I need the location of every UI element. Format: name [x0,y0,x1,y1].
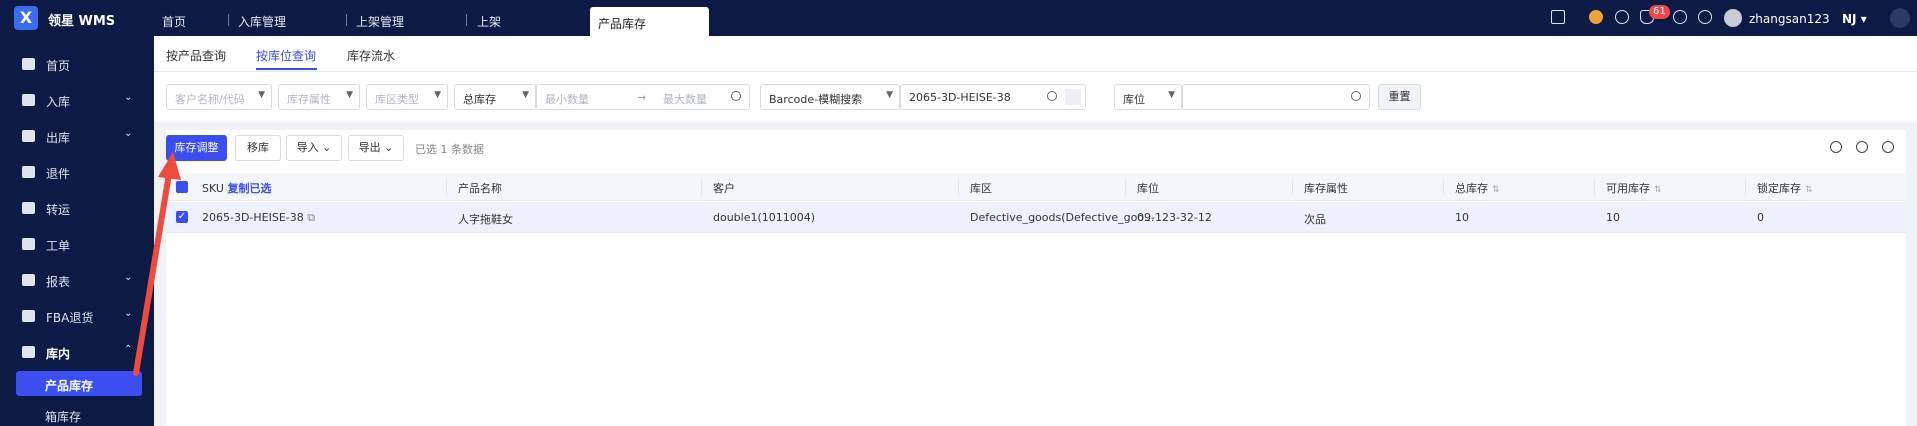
annotation-arrow [133,152,181,376]
arrow-head [158,152,181,180]
arrow-shaft [133,165,173,376]
